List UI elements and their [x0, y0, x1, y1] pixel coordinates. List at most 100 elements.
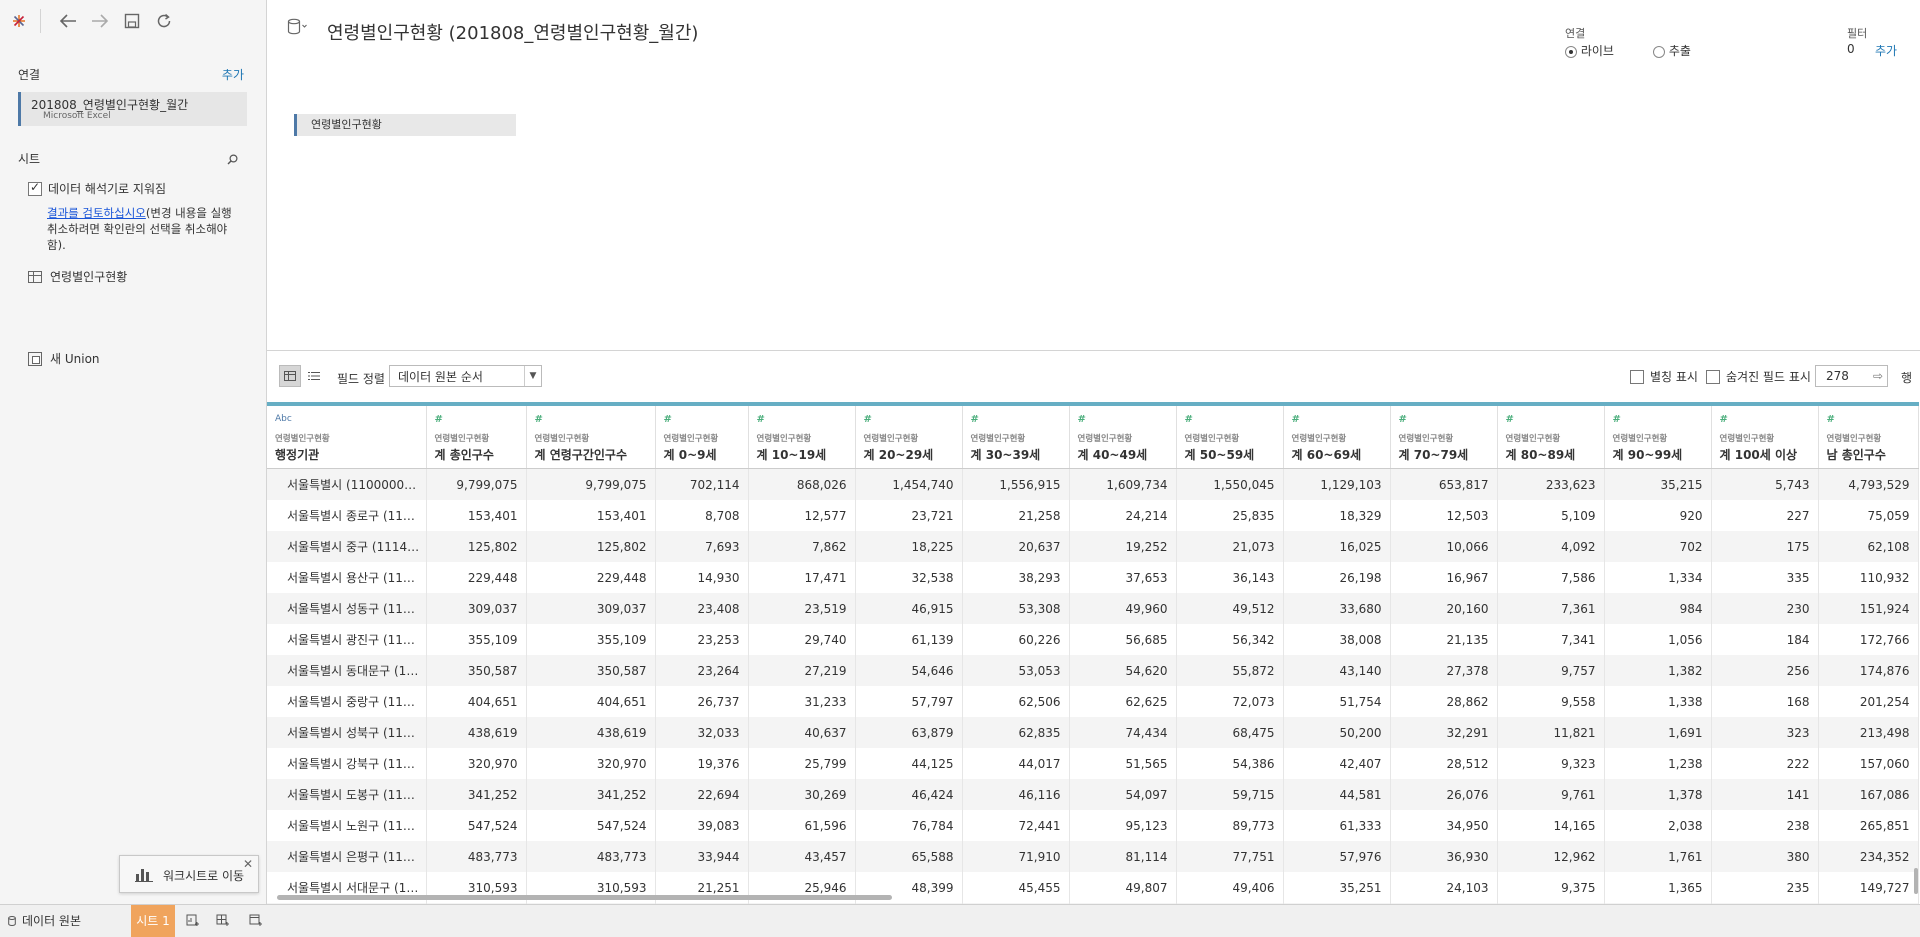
number-type-icon[interactable]: # — [864, 414, 872, 425]
number-type-icon[interactable]: # — [1720, 414, 1728, 425]
number-type-icon[interactable]: # — [1399, 414, 1407, 425]
show-alias-checkbox[interactable] — [1630, 369, 1644, 384]
column-header[interactable]: # 연령별인구현황 계 연령구간인구수 — [526, 402, 656, 469]
column-name[interactable]: 행정기관 — [275, 446, 319, 463]
sheets-title: 시트 — [18, 152, 41, 166]
column-name[interactable]: 계 40~49세 — [1078, 446, 1148, 463]
column-header[interactable]: # 연령별인구현황 계 50~59세 — [1176, 402, 1284, 469]
table-cell: 547,524 — [526, 810, 656, 841]
column-header[interactable]: # 연령별인구현황 계 80~89세 — [1497, 402, 1605, 469]
number-type-icon[interactable]: # — [1078, 414, 1086, 425]
go-to-worksheet-tooltip[interactable]: 워크시트로 이동 ✕ — [119, 855, 259, 893]
review-results-link[interactable]: 결과를 검토하십시오 — [47, 206, 146, 220]
string-type-icon[interactable]: Abc — [275, 414, 292, 424]
column-name[interactable]: 계 80~89세 — [1506, 446, 1576, 463]
column-name[interactable]: 계 30~39세 — [971, 446, 1041, 463]
column-header[interactable]: # 연령별인구현황 계 100세 이상 — [1711, 402, 1819, 469]
number-type-icon[interactable]: # — [1185, 414, 1193, 425]
column-name[interactable]: 계 연령구간인구수 — [535, 446, 628, 463]
table-cell: 1,382 — [1604, 655, 1712, 686]
column-header[interactable]: # 연령별인구현황 계 70~79세 — [1390, 402, 1498, 469]
close-icon[interactable]: ✕ — [243, 857, 253, 871]
list-view-button[interactable] — [303, 365, 325, 387]
extract-option[interactable]: 추출 — [1653, 42, 1691, 59]
new-dashboard-icon[interactable] — [215, 913, 231, 929]
connection-item[interactable]: 201808_연령별인구현황_월간 Microsoft Excel — [18, 92, 247, 126]
data-interpreter-checkbox[interactable] — [28, 180, 42, 196]
tableau-logo-icon[interactable] — [6, 8, 32, 34]
live-radio[interactable] — [1565, 45, 1577, 58]
column-name[interactable]: 계 90~99세 — [1613, 446, 1683, 463]
table-cell: 153,401 — [426, 500, 527, 531]
extract-radio[interactable] — [1653, 45, 1665, 58]
column-header[interactable]: # 연령별인구현황 계 30~39세 — [962, 402, 1070, 469]
refresh-icon[interactable] — [151, 8, 177, 34]
table-cell: 702,114 — [655, 468, 749, 500]
number-type-icon[interactable]: # — [1827, 414, 1835, 425]
save-icon[interactable] — [119, 8, 145, 34]
number-type-icon[interactable]: # — [1613, 414, 1621, 425]
number-type-icon[interactable]: # — [664, 414, 672, 425]
forward-icon[interactable] — [87, 8, 113, 34]
column-header[interactable]: # 연령별인구현황 계 10~19세 — [748, 402, 856, 469]
table-cell: 438,619 — [426, 717, 527, 748]
column-header[interactable]: # 연령별인구현황 계 총인구수 — [426, 402, 527, 469]
column-header[interactable]: # 연령별인구현황 계 20~29세 — [855, 402, 963, 469]
column-header[interactable]: # 연령별인구현황 계 60~69세 — [1283, 402, 1391, 469]
live-option[interactable]: 라이브 — [1565, 42, 1614, 59]
new-union-item[interactable]: 새 Union — [28, 350, 100, 367]
new-story-icon[interactable] — [248, 913, 264, 929]
column-name[interactable]: 계 70~79세 — [1399, 446, 1469, 463]
vertical-scrollbar[interactable] — [1914, 868, 1918, 894]
add-connection-link[interactable]: 추가 — [222, 66, 244, 83]
show-alias-option[interactable]: 별칭 표시 — [1630, 368, 1698, 385]
column-name[interactable]: 계 60~69세 — [1292, 446, 1362, 463]
column-header[interactable]: # 연령별인구현황 계 90~99세 — [1604, 402, 1712, 469]
column-source: 연령별인구현황 — [663, 434, 719, 444]
table-cell: 55,872 — [1176, 655, 1284, 686]
number-type-icon[interactable]: # — [757, 414, 765, 425]
table-cell: 380 — [1711, 841, 1819, 872]
page-title[interactable]: 연령별인구현황 (201808_연령별인구현황_월간) — [327, 19, 698, 45]
table-cell: 33,680 — [1283, 593, 1391, 624]
number-type-icon[interactable]: # — [535, 414, 543, 425]
table-row: 서울특별시 중랑구 (112... 404,651 404,651 26,737 31,… — [267, 686, 1919, 717]
number-type-icon[interactable]: # — [1506, 414, 1514, 425]
column-name[interactable]: 계 100세 이상 — [1720, 446, 1798, 463]
tab-data-source[interactable]: 데이터 원본 — [8, 905, 81, 937]
column-name[interactable]: 계 10~19세 — [757, 446, 827, 463]
column-name[interactable]: 계 20~29세 — [864, 446, 934, 463]
table-cell: 51,565 — [1069, 748, 1177, 779]
column-name[interactable]: 계 0~9세 — [664, 446, 717, 463]
number-type-icon[interactable]: # — [971, 414, 979, 425]
search-icon[interactable] — [227, 154, 238, 169]
arrow-right-icon[interactable]: ⇨ — [1873, 366, 1883, 386]
column-header[interactable]: # 연령별인구현황 남 총인구수 — [1818, 402, 1919, 469]
canvas-table-pill[interactable]: 연령별인구현황 — [294, 114, 516, 136]
table-cell: 7,586 — [1497, 562, 1605, 593]
tab-sheet-1[interactable]: 시트 1 — [131, 905, 175, 937]
grid-view-button[interactable] — [279, 365, 301, 387]
sheet-item-연령별인구현황[interactable]: 연령별인구현황 — [28, 268, 127, 285]
column-header[interactable]: Abc 연령별인구현황 행정기관 — [267, 402, 427, 469]
table-cell: 44,125 — [855, 748, 963, 779]
show-hidden-fields-option[interactable]: 숨겨진 필드 표시 — [1706, 368, 1811, 385]
show-hidden-fields-checkbox[interactable] — [1706, 369, 1720, 384]
horizontal-scrollbar[interactable] — [277, 895, 892, 900]
table-cell: 1,609,734 — [1069, 468, 1177, 500]
sort-fields-select[interactable]: 데이터 원본 순서 ▼ — [389, 365, 542, 387]
column-header[interactable]: # 연령별인구현황계 0~9세 — [655, 402, 749, 469]
table-cell: 49,512 — [1176, 593, 1284, 624]
column-header[interactable]: # 연령별인구현황 계 40~49세 — [1069, 402, 1177, 469]
back-icon[interactable] — [55, 8, 81, 34]
rows-input[interactable]: 278 ⇨ — [1815, 365, 1888, 387]
column-name[interactable]: 계 총인구수 — [435, 446, 494, 463]
new-worksheet-icon[interactable] — [185, 913, 201, 929]
number-type-icon[interactable]: # — [1292, 414, 1300, 425]
table-cell: 230 — [1711, 593, 1819, 624]
number-type-icon[interactable]: # — [435, 414, 443, 425]
column-name[interactable]: 계 50~59세 — [1185, 446, 1255, 463]
column-name[interactable]: 남 총인구수 — [1827, 446, 1886, 463]
database-icon[interactable] — [287, 18, 309, 40]
add-filter-link[interactable]: 추가 — [1875, 42, 1897, 59]
